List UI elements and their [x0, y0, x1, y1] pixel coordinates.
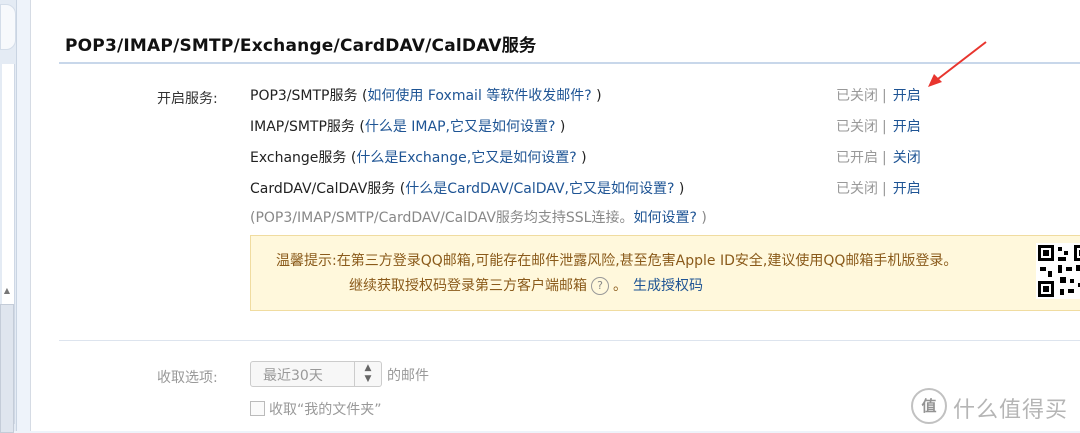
status-carddav: 已关闭 | 开启 — [836, 178, 921, 198]
paren: ) — [591, 88, 602, 104]
status-separator: | — [882, 150, 887, 166]
section-divider — [59, 340, 1080, 341]
watermark-logo-icon: 值 — [911, 388, 947, 424]
paren: ) — [576, 150, 587, 166]
qr-code-icon — [1036, 243, 1080, 299]
paren: ) — [696, 210, 707, 226]
generate-auth-code-link[interactable]: 生成授权码 — [633, 278, 703, 294]
help-link-imap[interactable]: 什么是 IMAP,它又是如何设置? — [365, 119, 556, 135]
ssl-setup-link[interactable]: 如何设置? — [633, 210, 696, 226]
status-exchange: 已开启 | 关闭 — [836, 147, 921, 167]
ssl-note-text: (POP3/IMAP/SMTP/CardDAV/CalDAV服务均支持SSL连接… — [250, 210, 634, 226]
toggle-button-pop3[interactable]: 开启 — [893, 88, 921, 104]
paren: ) — [555, 119, 566, 135]
fetch-suffix: 的邮件 — [387, 368, 429, 384]
service-row-pop3: POP3/SMTP服务 (如何使用 Foxmail 等软件收发邮件? ) — [250, 85, 602, 105]
help-link-pop3[interactable]: 如何使用 Foxmail 等软件收发邮件? — [367, 88, 591, 104]
status-separator: | — [882, 119, 887, 135]
help-circle-icon[interactable]: ? — [591, 277, 609, 295]
section-title: POP3/IMAP/SMTP/Exchange/CardDAV/CalDAV服务 — [65, 36, 537, 56]
service-row-carddav: CardDAV/CalDAV服务 (什么是CardDAV/CalDAV,它又是如… — [250, 178, 684, 198]
sidebar-avatar-bubble — [0, 4, 16, 50]
my-folders-label: 收取“我的文件夹” — [269, 402, 382, 418]
ssl-note: (POP3/IMAP/SMTP/CardDAV/CalDAV服务均支持SSL连接… — [250, 207, 707, 227]
status-text: 已关闭 — [836, 88, 878, 104]
service-row-imap: IMAP/SMTP服务 (什么是 IMAP,它又是如何设置? ) — [250, 116, 565, 136]
toggle-button-imap[interactable]: 开启 — [893, 119, 921, 135]
warning-line-2: 继续获取授权码登录第三方客户端邮箱?。生成授权码 — [349, 275, 703, 295]
warning-line-1: 温馨提示:在第三方登录QQ邮箱,可能存在邮件泄露风险,甚至危害Apple ID安… — [276, 253, 958, 269]
my-folders-option[interactable]: 收取“我的文件夹” — [250, 399, 382, 419]
status-text: 已关闭 — [836, 119, 878, 135]
status-separator: | — [882, 88, 887, 104]
services-label: 开启服务: — [157, 91, 218, 107]
period: 。 — [613, 278, 627, 294]
status-imap: 已关闭 | 开启 — [836, 116, 921, 136]
status-separator: | — [882, 181, 887, 197]
fetch-range-select[interactable]: 最近30天 ▲ ▼ — [250, 361, 382, 387]
warning-box: 温馨提示:在第三方登录QQ邮箱,可能存在邮件泄露风险,甚至危害Apple ID安… — [250, 235, 1080, 311]
updown-arrow-icon: ▲ ▼ — [354, 362, 381, 387]
my-folders-checkbox[interactable] — [250, 401, 265, 416]
service-name: POP3/SMTP服务 — [250, 88, 358, 104]
left-sidebar-strip: ▲ — [0, 0, 17, 433]
status-text: 已关闭 — [836, 181, 878, 197]
toggle-button-carddav[interactable]: 开启 — [893, 181, 921, 197]
status-pop3: 已关闭 | 开启 — [836, 85, 921, 105]
help-link-exchange[interactable]: 什么是Exchange,它又是如何设置? — [356, 150, 576, 166]
paren: ( — [395, 181, 406, 197]
toggle-button-exchange[interactable]: 关闭 — [893, 150, 921, 166]
service-name: Exchange服务 — [250, 150, 347, 166]
paren: ( — [354, 119, 365, 135]
service-name: CardDAV/CalDAV服务 — [250, 181, 396, 197]
paren: ) — [674, 181, 685, 197]
help-link-carddav[interactable]: 什么是CardDAV/CalDAV,它又是如何设置? — [405, 181, 674, 197]
paren: ( — [357, 88, 368, 104]
scroll-up-icon[interactable]: ▲ — [0, 286, 14, 298]
service-row-exchange: Exchange服务 (什么是Exchange,它又是如何设置? ) — [250, 147, 587, 167]
fetch-options-label: 收取选项: — [157, 370, 218, 386]
watermark-text: 什么值得买 — [953, 398, 1069, 423]
annotation-arrow-icon — [928, 41, 987, 87]
warning-line-2-text: 继续获取授权码登录第三方客户端邮箱 — [349, 278, 587, 294]
select-value: 最近30天 — [263, 368, 323, 384]
sidebar-scrollbar[interactable] — [0, 304, 14, 433]
service-name: IMAP/SMTP服务 — [250, 119, 355, 135]
paren: ( — [346, 150, 357, 166]
status-text: 已开启 — [836, 150, 878, 166]
